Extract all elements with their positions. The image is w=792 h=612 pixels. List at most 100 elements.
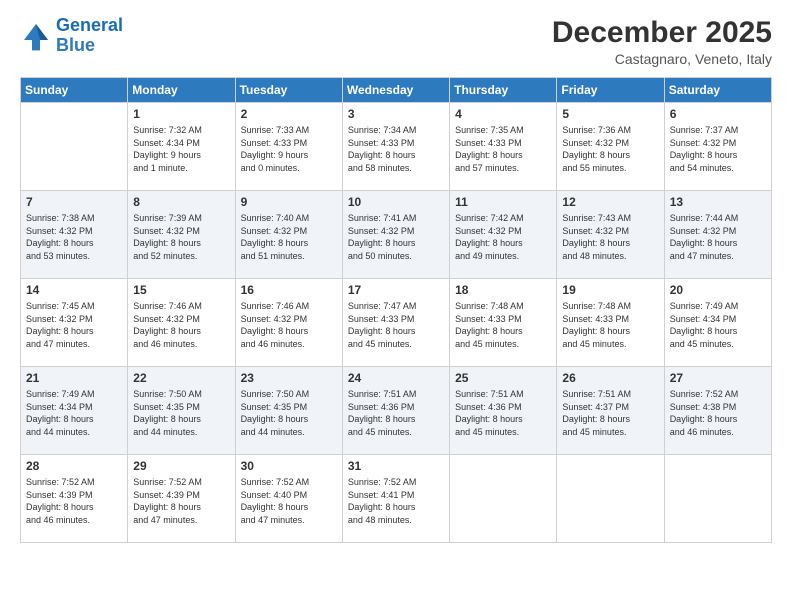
day-number: 5 bbox=[562, 107, 658, 121]
calendar-cell bbox=[664, 455, 771, 543]
day-number: 22 bbox=[133, 371, 229, 385]
col-tuesday: Tuesday bbox=[235, 78, 342, 103]
day-info: Sunrise: 7:42 AMSunset: 4:32 PMDaylight:… bbox=[455, 212, 551, 262]
calendar-cell: 20Sunrise: 7:49 AMSunset: 4:34 PMDayligh… bbox=[664, 279, 771, 367]
day-info: Sunrise: 7:44 AMSunset: 4:32 PMDaylight:… bbox=[670, 212, 766, 262]
day-number: 25 bbox=[455, 371, 551, 385]
calendar-cell: 27Sunrise: 7:52 AMSunset: 4:38 PMDayligh… bbox=[664, 367, 771, 455]
day-number: 31 bbox=[348, 459, 444, 473]
calendar-cell bbox=[450, 455, 557, 543]
day-info: Sunrise: 7:48 AMSunset: 4:33 PMDaylight:… bbox=[562, 300, 658, 350]
day-number: 18 bbox=[455, 283, 551, 297]
col-saturday: Saturday bbox=[664, 78, 771, 103]
calendar-week-2: 14Sunrise: 7:45 AMSunset: 4:32 PMDayligh… bbox=[21, 279, 772, 367]
day-number: 3 bbox=[348, 107, 444, 121]
day-number: 14 bbox=[26, 283, 122, 297]
col-friday: Friday bbox=[557, 78, 664, 103]
calendar-cell: 12 Sunrise: 7:43 AMSunset: 4:32 PMDayligh… bbox=[557, 191, 664, 279]
logo-line1: General bbox=[56, 15, 123, 35]
day-number: 8 bbox=[133, 195, 229, 209]
calendar-cell: 11Sunrise: 7:42 AMSunset: 4:32 PMDayligh… bbox=[450, 191, 557, 279]
day-number: 30 bbox=[241, 459, 337, 473]
day-number: 7 bbox=[26, 195, 122, 209]
day-info: Sunrise: 7:41 AMSunset: 4:32 PMDaylight:… bbox=[348, 212, 444, 262]
day-number: 29 bbox=[133, 459, 229, 473]
calendar-cell: 18 Sunrise: 7:48 AMSunset: 4:33 PMDayligh… bbox=[450, 279, 557, 367]
day-number: 23 bbox=[241, 371, 337, 385]
day-number: 12 bbox=[562, 195, 658, 209]
calendar-cell: 15Sunrise: 7:46 AMSunset: 4:32 PMDayligh… bbox=[128, 279, 235, 367]
calendar-cell: 16 Sunrise: 7:46 AMSunset: 4:32 PMDayligh… bbox=[235, 279, 342, 367]
day-info: Sunrise: 7:50 AMSunset: 4:35 PMDaylight:… bbox=[241, 388, 337, 438]
day-number: 21 bbox=[26, 371, 122, 385]
subtitle: Castagnaro, Veneto, Italy bbox=[552, 51, 772, 67]
calendar-cell: 22 Sunrise: 7:50 AMSunset: 4:35 PMDayligh… bbox=[128, 367, 235, 455]
calendar-cell: 6Sunrise: 7:37 AMSunset: 4:32 PMDaylight… bbox=[664, 103, 771, 191]
page: General Blue December 2025 Castagnaro, V… bbox=[0, 0, 792, 612]
day-info: Sunrise: 7:49 AMSunset: 4:34 PMDaylight:… bbox=[26, 388, 122, 438]
day-info: Sunrise: 7:46 AMSunset: 4:32 PMDaylight:… bbox=[133, 300, 229, 350]
day-number: 17 bbox=[348, 283, 444, 297]
day-number: 2 bbox=[241, 107, 337, 121]
calendar-week-0: 1Sunrise: 7:32 AMSunset: 4:34 PMDaylight… bbox=[21, 103, 772, 191]
day-info: Sunrise: 7:34 AMSunset: 4:33 PMDaylight:… bbox=[348, 124, 444, 174]
header: General Blue December 2025 Castagnaro, V… bbox=[20, 16, 772, 67]
logo: General Blue bbox=[20, 16, 123, 56]
day-info: Sunrise: 7:33 AMSunset: 4:33 PMDaylight:… bbox=[241, 124, 337, 174]
day-number: 26 bbox=[562, 371, 658, 385]
calendar-cell: 28 Sunrise: 7:52 AMSunset: 4:39 PMDayligh… bbox=[21, 455, 128, 543]
day-info: Sunrise: 7:52 AMSunset: 4:39 PMDaylight:… bbox=[133, 476, 229, 526]
day-info: Sunrise: 7:48 AMSunset: 4:33 PMDaylight:… bbox=[455, 300, 551, 350]
calendar-cell: 13 Sunrise: 7:44 AMSunset: 4:32 PMDayligh… bbox=[664, 191, 771, 279]
calendar-cell: 10 Sunrise: 7:41 AMSunset: 4:32 PMDayligh… bbox=[342, 191, 449, 279]
day-number: 1 bbox=[133, 107, 229, 121]
day-info: Sunrise: 7:46 AMSunset: 4:32 PMDaylight:… bbox=[241, 300, 337, 350]
calendar-cell: 5 Sunrise: 7:36 AMSunset: 4:32 PMDaylight… bbox=[557, 103, 664, 191]
calendar-cell: 14Sunrise: 7:45 AMSunset: 4:32 PMDayligh… bbox=[21, 279, 128, 367]
day-number: 6 bbox=[670, 107, 766, 121]
day-number: 24 bbox=[348, 371, 444, 385]
day-info: Sunrise: 7:51 AMSunset: 4:36 PMDaylight:… bbox=[348, 388, 444, 438]
calendar-cell: 1Sunrise: 7:32 AMSunset: 4:34 PMDaylight… bbox=[128, 103, 235, 191]
day-number: 19 bbox=[562, 283, 658, 297]
day-info: Sunrise: 7:52 AMSunset: 4:40 PMDaylight:… bbox=[241, 476, 337, 526]
logo-line2: Blue bbox=[56, 35, 95, 55]
day-info: Sunrise: 7:47 AMSunset: 4:33 PMDaylight:… bbox=[348, 300, 444, 350]
day-info: Sunrise: 7:43 AMSunset: 4:32 PMDaylight:… bbox=[562, 212, 658, 262]
calendar-cell: 9 Sunrise: 7:40 AMSunset: 4:32 PMDaylight… bbox=[235, 191, 342, 279]
day-number: 10 bbox=[348, 195, 444, 209]
day-number: 28 bbox=[26, 459, 122, 473]
logo-text: General Blue bbox=[56, 16, 123, 56]
calendar-cell: 29 Sunrise: 7:52 AMSunset: 4:39 PMDayligh… bbox=[128, 455, 235, 543]
day-number: 16 bbox=[241, 283, 337, 297]
calendar-week-1: 7 Sunrise: 7:38 AMSunset: 4:32 PMDaylight… bbox=[21, 191, 772, 279]
day-info: Sunrise: 7:40 AMSunset: 4:32 PMDaylight:… bbox=[241, 212, 337, 262]
col-monday: Monday bbox=[128, 78, 235, 103]
calendar-cell: 8Sunrise: 7:39 AMSunset: 4:32 PMDaylight… bbox=[128, 191, 235, 279]
day-number: 4 bbox=[455, 107, 551, 121]
day-info: Sunrise: 7:50 AMSunset: 4:35 PMDaylight:… bbox=[133, 388, 229, 438]
calendar-cell bbox=[557, 455, 664, 543]
day-info: Sunrise: 7:52 AMSunset: 4:39 PMDaylight:… bbox=[26, 476, 122, 526]
calendar-cell: 24 Sunrise: 7:51 AMSunset: 4:36 PMDayligh… bbox=[342, 367, 449, 455]
calendar-cell: 19 Sunrise: 7:48 AMSunset: 4:33 PMDayligh… bbox=[557, 279, 664, 367]
col-sunday: Sunday bbox=[21, 78, 128, 103]
day-info: Sunrise: 7:35 AMSunset: 4:33 PMDaylight:… bbox=[455, 124, 551, 174]
calendar-cell: 17 Sunrise: 7:47 AMSunset: 4:33 PMDayligh… bbox=[342, 279, 449, 367]
calendar-cell: 4 Sunrise: 7:35 AMSunset: 4:33 PMDaylight… bbox=[450, 103, 557, 191]
calendar-cell: 30 Sunrise: 7:52 AMSunset: 4:40 PMDayligh… bbox=[235, 455, 342, 543]
day-info: Sunrise: 7:38 AMSunset: 4:32 PMDaylight:… bbox=[26, 212, 122, 262]
calendar-cell: 7 Sunrise: 7:38 AMSunset: 4:32 PMDaylight… bbox=[21, 191, 128, 279]
calendar-cell: 25Sunrise: 7:51 AMSunset: 4:36 PMDayligh… bbox=[450, 367, 557, 455]
col-wednesday: Wednesday bbox=[342, 78, 449, 103]
day-info: Sunrise: 7:52 AMSunset: 4:38 PMDaylight:… bbox=[670, 388, 766, 438]
title-block: December 2025 Castagnaro, Veneto, Italy bbox=[552, 16, 772, 67]
col-thursday: Thursday bbox=[450, 78, 557, 103]
day-number: 13 bbox=[670, 195, 766, 209]
calendar-cell: 3 Sunrise: 7:34 AMSunset: 4:33 PMDaylight… bbox=[342, 103, 449, 191]
day-number: 9 bbox=[241, 195, 337, 209]
calendar-week-4: 28 Sunrise: 7:52 AMSunset: 4:39 PMDayligh… bbox=[21, 455, 772, 543]
logo-icon bbox=[20, 20, 52, 52]
calendar-cell: 2 Sunrise: 7:33 AMSunset: 4:33 PMDaylight… bbox=[235, 103, 342, 191]
day-info: Sunrise: 7:36 AMSunset: 4:32 PMDaylight:… bbox=[562, 124, 658, 174]
